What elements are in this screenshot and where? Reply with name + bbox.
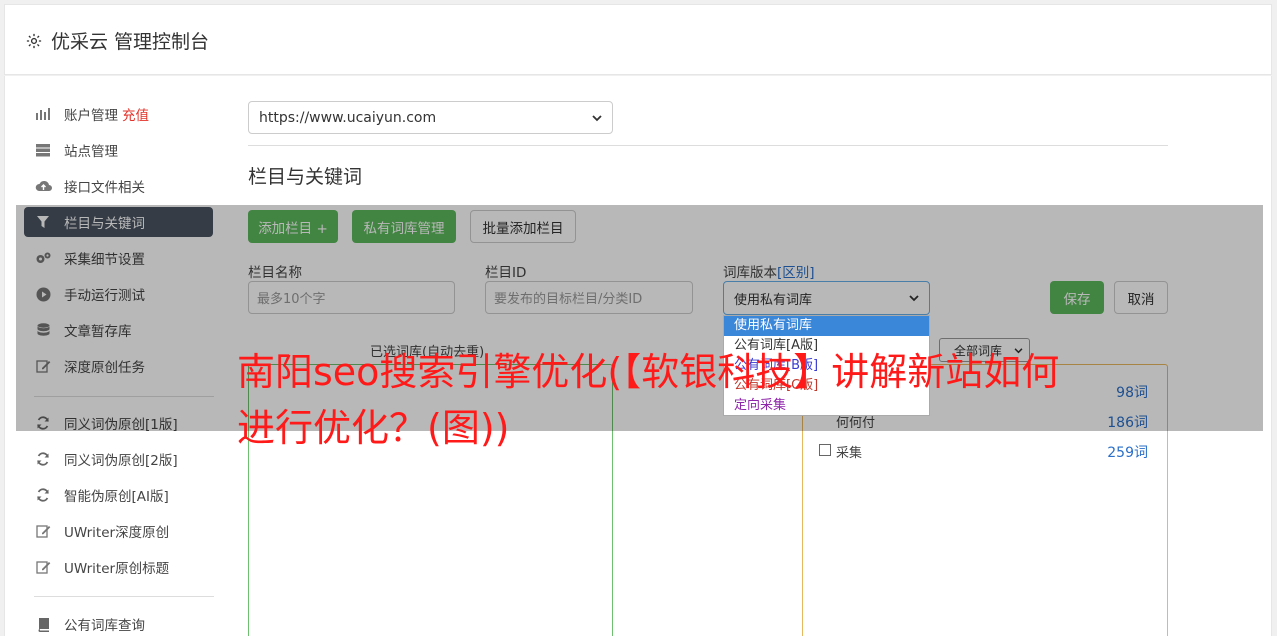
sidebar-item-label: 同义词伪原创[2版] [64, 453, 178, 469]
sidebar-item-sites[interactable]: 站点管理 [24, 135, 213, 165]
column-id-input[interactable]: 要发布的目标栏目/分类ID [485, 281, 693, 314]
sidebar-item-uwriter-deep[interactable]: UWriter深度原创 [24, 516, 213, 546]
database-icon [34, 322, 52, 338]
add-column-button[interactable]: 添加栏目 + [248, 210, 338, 243]
header-bar: 优采云 管理控制台 [4, 4, 1272, 75]
sidebar-item-label: 站点管理 [64, 144, 118, 160]
difference-link[interactable]: [区别] [777, 265, 815, 281]
library-count: 259词 [1107, 445, 1148, 461]
sidebar-item-label: 文章暂存库 [64, 324, 132, 340]
library-version-label: 词库版本[区别] [723, 261, 815, 281]
column-id-label: 栏目ID [485, 265, 527, 281]
edit-icon [34, 358, 52, 374]
sidebar-item-label: 公有词库查询 [64, 618, 145, 634]
column-name-label: 栏目名称 [248, 265, 302, 281]
library-version-label-text: 词库版本 [723, 265, 777, 281]
refresh-icon [34, 451, 52, 467]
sidebar-divider [34, 596, 214, 597]
site-select[interactable]: https://www.ucaiyun.com [248, 101, 613, 134]
sidebar-item-synonym-v1[interactable]: 同义词伪原创[1版] [24, 408, 213, 438]
library-count: 98词 [1116, 385, 1148, 401]
cancel-button[interactable]: 取消 [1114, 281, 1168, 314]
refresh-icon [34, 487, 52, 503]
sidebar-item-label: 账户管理 [64, 108, 118, 124]
sidebar-item-manual-run[interactable]: 手动运行测试 [24, 279, 213, 309]
dropdown-option[interactable]: 使用私有词库 [724, 316, 929, 336]
refresh-icon [34, 415, 52, 431]
sidebar-divider [34, 396, 214, 397]
sidebar-item-label: UWriter原创标题 [64, 561, 170, 577]
sidebar-item-label: 采集细节设置 [64, 252, 145, 268]
divider [248, 145, 1168, 146]
cloud-upload-icon [34, 178, 52, 194]
private-library-button[interactable]: 私有词库管理 [352, 210, 456, 243]
sidebar-item-uwriter-title[interactable]: UWriter原创标题 [24, 552, 213, 582]
play-circle-icon [34, 286, 52, 302]
chevron-down-icon [592, 110, 602, 126]
sidebar-item-collect-settings[interactable]: 采集细节设置 [24, 243, 213, 273]
chevron-down-icon [909, 291, 919, 306]
server-icon [34, 142, 52, 158]
gear-icon [26, 33, 42, 48]
library-version-select[interactable]: 使用私有词库 [723, 281, 930, 315]
sidebar-item-ai-rewrite[interactable]: 智能伪原创[AI版] [24, 480, 213, 510]
library-version-value: 使用私有词库 [734, 292, 813, 308]
save-button[interactable]: 保存 [1050, 281, 1104, 314]
app-title: 优采云 管理控制台 [51, 31, 210, 53]
sidebar-item-label: 智能伪原创[AI版] [64, 489, 169, 505]
sidebar-item-label: 深度原创任务 [64, 360, 145, 376]
sidebar-item-public-lib[interactable]: 公有词库查询 [24, 609, 213, 636]
recharge-link[interactable]: 充值 [122, 104, 149, 124]
sidebar-item-label: 接口文件相关 [64, 180, 145, 196]
sidebar-item-columns[interactable]: 栏目与关键词 [24, 207, 213, 237]
sidebar-item-label: 栏目与关键词 [64, 216, 145, 232]
brand: 优采云 管理控制台 [25, 27, 209, 54]
headline-overlay: 南阳seo搜索引擎优化(【软银科技】讲解新站如何进行优化？(图)) [237, 350, 1060, 450]
sidebar-item-label: 同义词伪原创[1版] [64, 417, 178, 433]
sidebar-item-interface[interactable]: 接口文件相关 [24, 171, 213, 201]
sidebar-item-account[interactable]: 账户管理 充值 [24, 99, 213, 129]
bar-chart-icon [34, 106, 52, 122]
sidebar-item-label: 手动运行测试 [64, 288, 145, 304]
sidebar-item-deep-original[interactable]: 深度原创任务 [24, 351, 213, 381]
edit-icon [34, 559, 52, 575]
filter-icon [34, 214, 52, 230]
sidebar-item-article-store[interactable]: 文章暂存库 [24, 315, 213, 345]
library-count: 186词 [1107, 415, 1148, 431]
column-name-input[interactable]: 最多10个字 [248, 281, 455, 314]
sidebar-item-synonym-v2[interactable]: 同义词伪原创[2版] [24, 444, 213, 474]
sidebar-item-label: UWriter深度原创 [64, 525, 170, 541]
section-title: 栏目与关键词 [248, 166, 363, 188]
edit-icon [34, 523, 52, 539]
site-select-value: https://www.ucaiyun.com [259, 109, 437, 126]
gears-icon [34, 250, 52, 266]
book-icon [34, 616, 52, 632]
batch-add-button[interactable]: 批量添加栏目 [470, 210, 576, 243]
